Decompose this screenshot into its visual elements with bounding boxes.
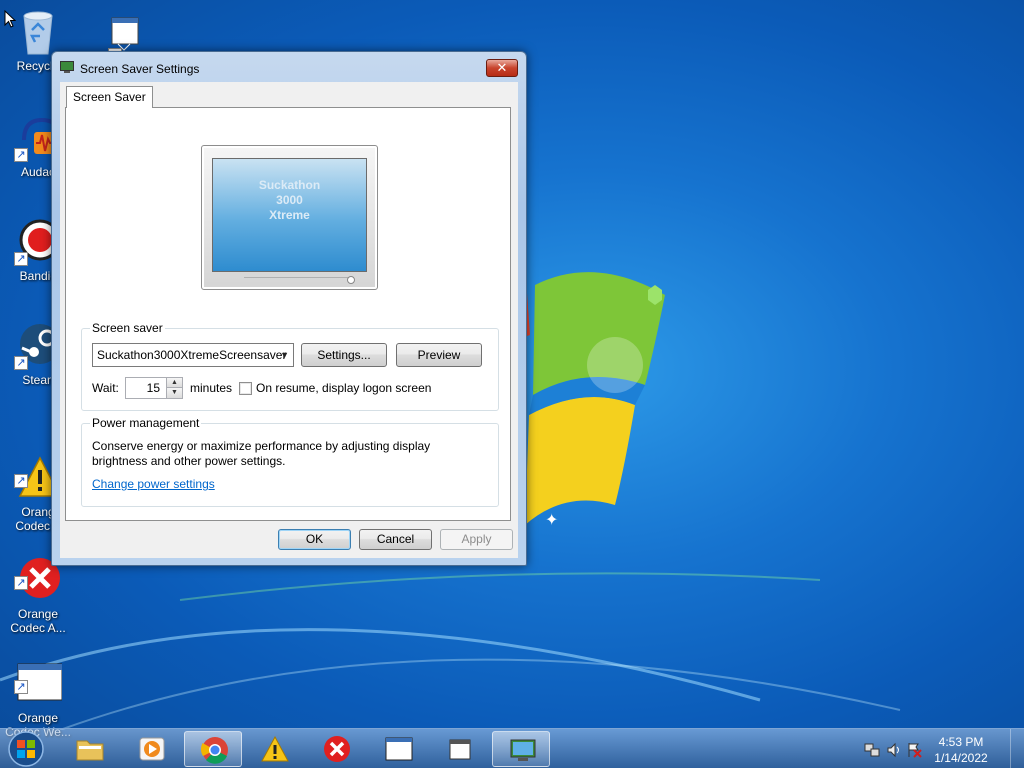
shortcut-arrow-icon: ↗ — [14, 576, 28, 590]
preview-text: Suckathon 3000 Xtreme — [258, 177, 321, 222]
taskbar-file-explorer[interactable] — [60, 731, 118, 767]
show-desktop-button[interactable] — [1010, 729, 1024, 768]
screen-saver-select[interactable]: Suckathon3000XtremeScreensaver ▼ — [92, 343, 294, 367]
tab-screen-saver[interactable]: Screen Saver — [66, 86, 153, 108]
dialog-client-area: Screen Saver Suckathon 3000 Xtreme Scree… — [60, 82, 518, 558]
start-button[interactable] — [6, 730, 46, 768]
monitor-preview: Suckathon 3000 Xtreme — [201, 145, 378, 290]
title-bar[interactable]: Screen Saver Settings ✕ — [52, 52, 526, 82]
wallpaper-swoosh — [0, 572, 901, 730]
monitor-base — [244, 277, 354, 286]
volume-icon[interactable] — [886, 742, 902, 758]
power-description-line-2: brightness and other power settings. — [92, 454, 286, 468]
monitor-preview-screen: Suckathon 3000 Xtreme — [212, 158, 367, 272]
window-shortcut-icon — [449, 739, 471, 760]
power-management-group-title: Power management — [90, 416, 202, 430]
wait-label: Wait: — [92, 381, 119, 395]
screen-saver-settings-window: Screen Saver Settings ✕ Screen Saver Suc… — [51, 51, 527, 566]
wait-minutes-stepper[interactable]: 15 ▲ ▼ — [125, 377, 183, 399]
taskbar-window-app[interactable] — [369, 731, 427, 767]
close-icon: ✕ — [496, 60, 508, 75]
spin-up-icon[interactable]: ▲ — [167, 378, 182, 388]
wait-minutes-value[interactable]: 15 — [147, 381, 160, 395]
apply-button[interactable]: Apply — [440, 529, 513, 550]
minutes-label: minutes — [190, 381, 233, 395]
window-icon — [385, 737, 413, 761]
taskbar-media-player[interactable] — [122, 731, 180, 767]
recycle-bin-icon — [23, 11, 53, 55]
cancel-button[interactable]: Cancel — [359, 529, 432, 550]
windows-logo-wallpaper: ✦ — [515, 265, 665, 529]
taskbar-window-shortcut-app[interactable] — [430, 731, 488, 767]
shortcut-arrow-icon: ↗ — [14, 474, 28, 488]
close-button[interactable]: ✕ — [486, 59, 518, 77]
chrome-icon — [200, 737, 228, 764]
spin-buttons: ▲ ▼ — [166, 378, 182, 398]
taskbar-screen-saver-settings[interactable] — [492, 731, 550, 767]
monitor-power-led — [347, 276, 355, 284]
warning-icon — [261, 735, 289, 762]
settings-button[interactable]: Settings... — [301, 343, 387, 367]
chevron-down-icon: ▼ — [280, 350, 289, 360]
clock-date: 1/14/2022 — [934, 751, 988, 765]
monitor-icon — [60, 61, 74, 73]
clock-time: 4:53 PM — [938, 735, 984, 749]
system-tray: 4:53 PM 1/14/2022 — [854, 729, 1024, 768]
desktop-icon-label: Orange Codec A... — [10, 607, 66, 635]
taskbar-clock[interactable]: 4:53 PM 1/14/2022 — [926, 734, 996, 766]
ok-button[interactable]: OK — [278, 529, 351, 550]
tab-panel: Suckathon 3000 Xtreme Screen saver Sucka… — [65, 107, 511, 521]
taskbar-chrome[interactable] — [184, 731, 242, 767]
screen-saver-select-value: Suckathon3000XtremeScreensaver — [97, 348, 287, 362]
window-title: Screen Saver Settings — [80, 62, 200, 76]
taskbar-warning-app[interactable] — [245, 731, 303, 767]
media-player-icon — [139, 737, 165, 761]
resume-logon-checkbox[interactable] — [239, 382, 252, 395]
shortcut-arrow-icon: ↗ — [14, 148, 28, 162]
action-center-flag-icon[interactable] — [906, 742, 922, 758]
power-management-group: Power management Conserve energy or maxi… — [81, 416, 499, 507]
preview-button[interactable]: Preview — [396, 343, 482, 367]
taskbar-error-app[interactable] — [307, 731, 365, 767]
screen-saver-group-title: Screen saver — [90, 321, 165, 335]
error-icon — [324, 736, 350, 762]
shortcut-arrow-icon: ↗ — [14, 356, 28, 370]
svg-text:✦: ✦ — [545, 510, 558, 529]
change-power-settings-link[interactable]: Change power settings — [92, 477, 215, 491]
screen-saver-settings-icon — [510, 739, 536, 761]
file-explorer-icon — [76, 740, 104, 761]
shortcut-arrow-icon: ↗ — [14, 252, 28, 266]
network-icon[interactable] — [864, 742, 880, 758]
spin-down-icon[interactable]: ▼ — [167, 388, 182, 398]
screen-saver-group: Screen saver Suckathon3000XtremeScreensa… — [81, 321, 499, 411]
taskbar: 4:53 PM 1/14/2022 — [0, 728, 1024, 768]
power-description-line-1: Conserve energy or maximize performance … — [92, 439, 431, 453]
mouse-cursor-icon — [4, 10, 16, 28]
windows-start-icon — [8, 731, 44, 767]
resume-logon-label[interactable]: On resume, display logon screen — [256, 381, 431, 395]
shortcut-arrow-icon: ↗ — [14, 680, 28, 694]
